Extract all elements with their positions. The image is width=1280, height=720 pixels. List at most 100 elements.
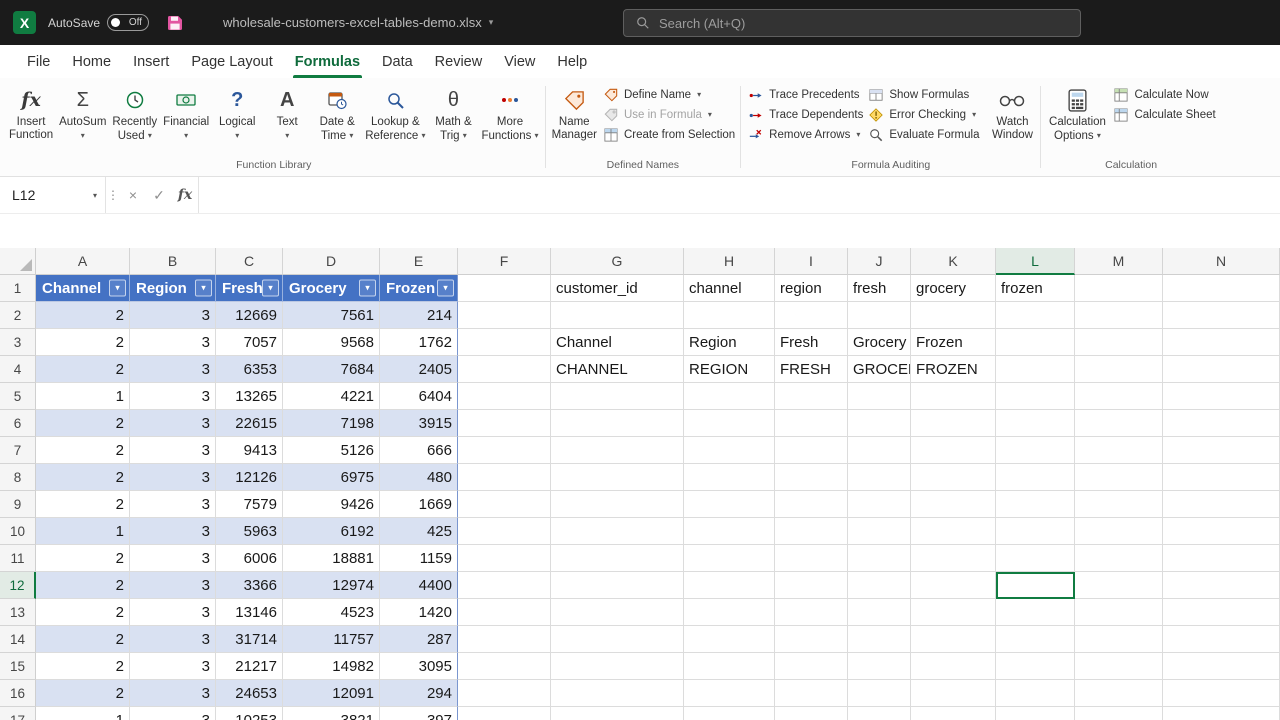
cell-F3[interactable] (458, 329, 551, 356)
cell-A8[interactable]: 2 (36, 464, 130, 491)
cell-A9[interactable]: 2 (36, 491, 130, 518)
cell-D1[interactable]: Grocery▾ (283, 275, 380, 302)
cell-G17[interactable] (551, 707, 684, 720)
cell-E5[interactable]: 6404 (380, 383, 458, 410)
cell-A16[interactable]: 2 (36, 680, 130, 707)
cell-F7[interactable] (458, 437, 551, 464)
cell-H1[interactable]: channel (684, 275, 775, 302)
cell-A11[interactable]: 2 (36, 545, 130, 572)
cell-M16[interactable] (1075, 680, 1163, 707)
cell-A12[interactable]: 2 (36, 572, 130, 599)
cell-G10[interactable] (551, 518, 684, 545)
cell-L10[interactable] (996, 518, 1075, 545)
cell-B7[interactable]: 3 (130, 437, 216, 464)
cell-B15[interactable]: 3 (130, 653, 216, 680)
cell-B9[interactable]: 3 (130, 491, 216, 518)
cell-H3[interactable]: Region (684, 329, 775, 356)
tab-insert[interactable]: Insert (122, 45, 180, 78)
cell-J14[interactable] (848, 626, 911, 653)
cell-M17[interactable] (1075, 707, 1163, 720)
row-header-17[interactable]: 17 (0, 707, 36, 720)
trace-precedents-button[interactable]: Trace Precedents (748, 88, 863, 102)
column-header-M[interactable]: M (1075, 248, 1163, 275)
cell-N9[interactable] (1163, 491, 1280, 518)
column-header-B[interactable]: B (130, 248, 216, 275)
cell-K16[interactable] (911, 680, 996, 707)
logical-button[interactable]: ? Logical▾ (212, 81, 262, 158)
cell-K14[interactable] (911, 626, 996, 653)
cell-K1[interactable]: grocery (911, 275, 996, 302)
cell-M3[interactable] (1075, 329, 1163, 356)
cell-D8[interactable]: 6975 (283, 464, 380, 491)
cell-C15[interactable]: 21217 (216, 653, 283, 680)
cell-H6[interactable] (684, 410, 775, 437)
cell-N13[interactable] (1163, 599, 1280, 626)
cell-L17[interactable] (996, 707, 1075, 720)
cell-F6[interactable] (458, 410, 551, 437)
cell-G2[interactable] (551, 302, 684, 329)
cell-M15[interactable] (1075, 653, 1163, 680)
cell-A13[interactable]: 2 (36, 599, 130, 626)
row-header-12[interactable]: 12 (0, 572, 36, 599)
cell-A7[interactable]: 2 (36, 437, 130, 464)
insert-function-fx-button[interactable]: fx (172, 177, 198, 213)
cell-J16[interactable] (848, 680, 911, 707)
cell-A15[interactable]: 2 (36, 653, 130, 680)
cell-L8[interactable] (996, 464, 1075, 491)
column-header-C[interactable]: C (216, 248, 283, 275)
cell-B12[interactable]: 3 (130, 572, 216, 599)
trace-dependents-button[interactable]: Trace Dependents (748, 108, 863, 122)
cell-L16[interactable] (996, 680, 1075, 707)
cell-K11[interactable] (911, 545, 996, 572)
cell-F5[interactable] (458, 383, 551, 410)
cell-H8[interactable] (684, 464, 775, 491)
cell-C16[interactable]: 24653 (216, 680, 283, 707)
cell-B6[interactable]: 3 (130, 410, 216, 437)
column-header-G[interactable]: G (551, 248, 684, 275)
cell-I17[interactable] (775, 707, 848, 720)
cell-J13[interactable] (848, 599, 911, 626)
cell-N7[interactable] (1163, 437, 1280, 464)
math-trig-button[interactable]: θ Math &Trig ▾ (428, 81, 478, 158)
cell-B2[interactable]: 3 (130, 302, 216, 329)
cell-E14[interactable]: 287 (380, 626, 458, 653)
cell-F15[interactable] (458, 653, 551, 680)
cell-I12[interactable] (775, 572, 848, 599)
cell-B5[interactable]: 3 (130, 383, 216, 410)
cell-I14[interactable] (775, 626, 848, 653)
cell-G7[interactable] (551, 437, 684, 464)
cell-J15[interactable] (848, 653, 911, 680)
column-header-F[interactable]: F (458, 248, 551, 275)
cell-D14[interactable]: 11757 (283, 626, 380, 653)
cell-B3[interactable]: 3 (130, 329, 216, 356)
column-header-K[interactable]: K (911, 248, 996, 275)
cell-J11[interactable] (848, 545, 911, 572)
row-header-14[interactable]: 14 (0, 626, 36, 653)
cell-I2[interactable] (775, 302, 848, 329)
cell-I16[interactable] (775, 680, 848, 707)
cancel-button[interactable]: × (120, 177, 146, 213)
cell-L13[interactable] (996, 599, 1075, 626)
cell-F17[interactable] (458, 707, 551, 720)
cell-E16[interactable]: 294 (380, 680, 458, 707)
cell-G3[interactable]: Channel (551, 329, 684, 356)
cell-D3[interactable]: 9568 (283, 329, 380, 356)
name-box[interactable]: L12 ▾ (0, 177, 106, 213)
cell-E12[interactable]: 4400 (380, 572, 458, 599)
column-header-N[interactable]: N (1163, 248, 1280, 275)
cell-G15[interactable] (551, 653, 684, 680)
cell-N6[interactable] (1163, 410, 1280, 437)
cell-M2[interactable] (1075, 302, 1163, 329)
cell-L6[interactable] (996, 410, 1075, 437)
cell-J2[interactable] (848, 302, 911, 329)
column-header-H[interactable]: H (684, 248, 775, 275)
cell-M9[interactable] (1075, 491, 1163, 518)
cell-N3[interactable] (1163, 329, 1280, 356)
cell-I9[interactable] (775, 491, 848, 518)
column-header-J[interactable]: J (848, 248, 911, 275)
cell-C5[interactable]: 13265 (216, 383, 283, 410)
insert-function-button[interactable]: fx InsertFunction (6, 81, 56, 158)
cell-J1[interactable]: fresh (848, 275, 911, 302)
cell-C4[interactable]: 6353 (216, 356, 283, 383)
cell-C10[interactable]: 5963 (216, 518, 283, 545)
